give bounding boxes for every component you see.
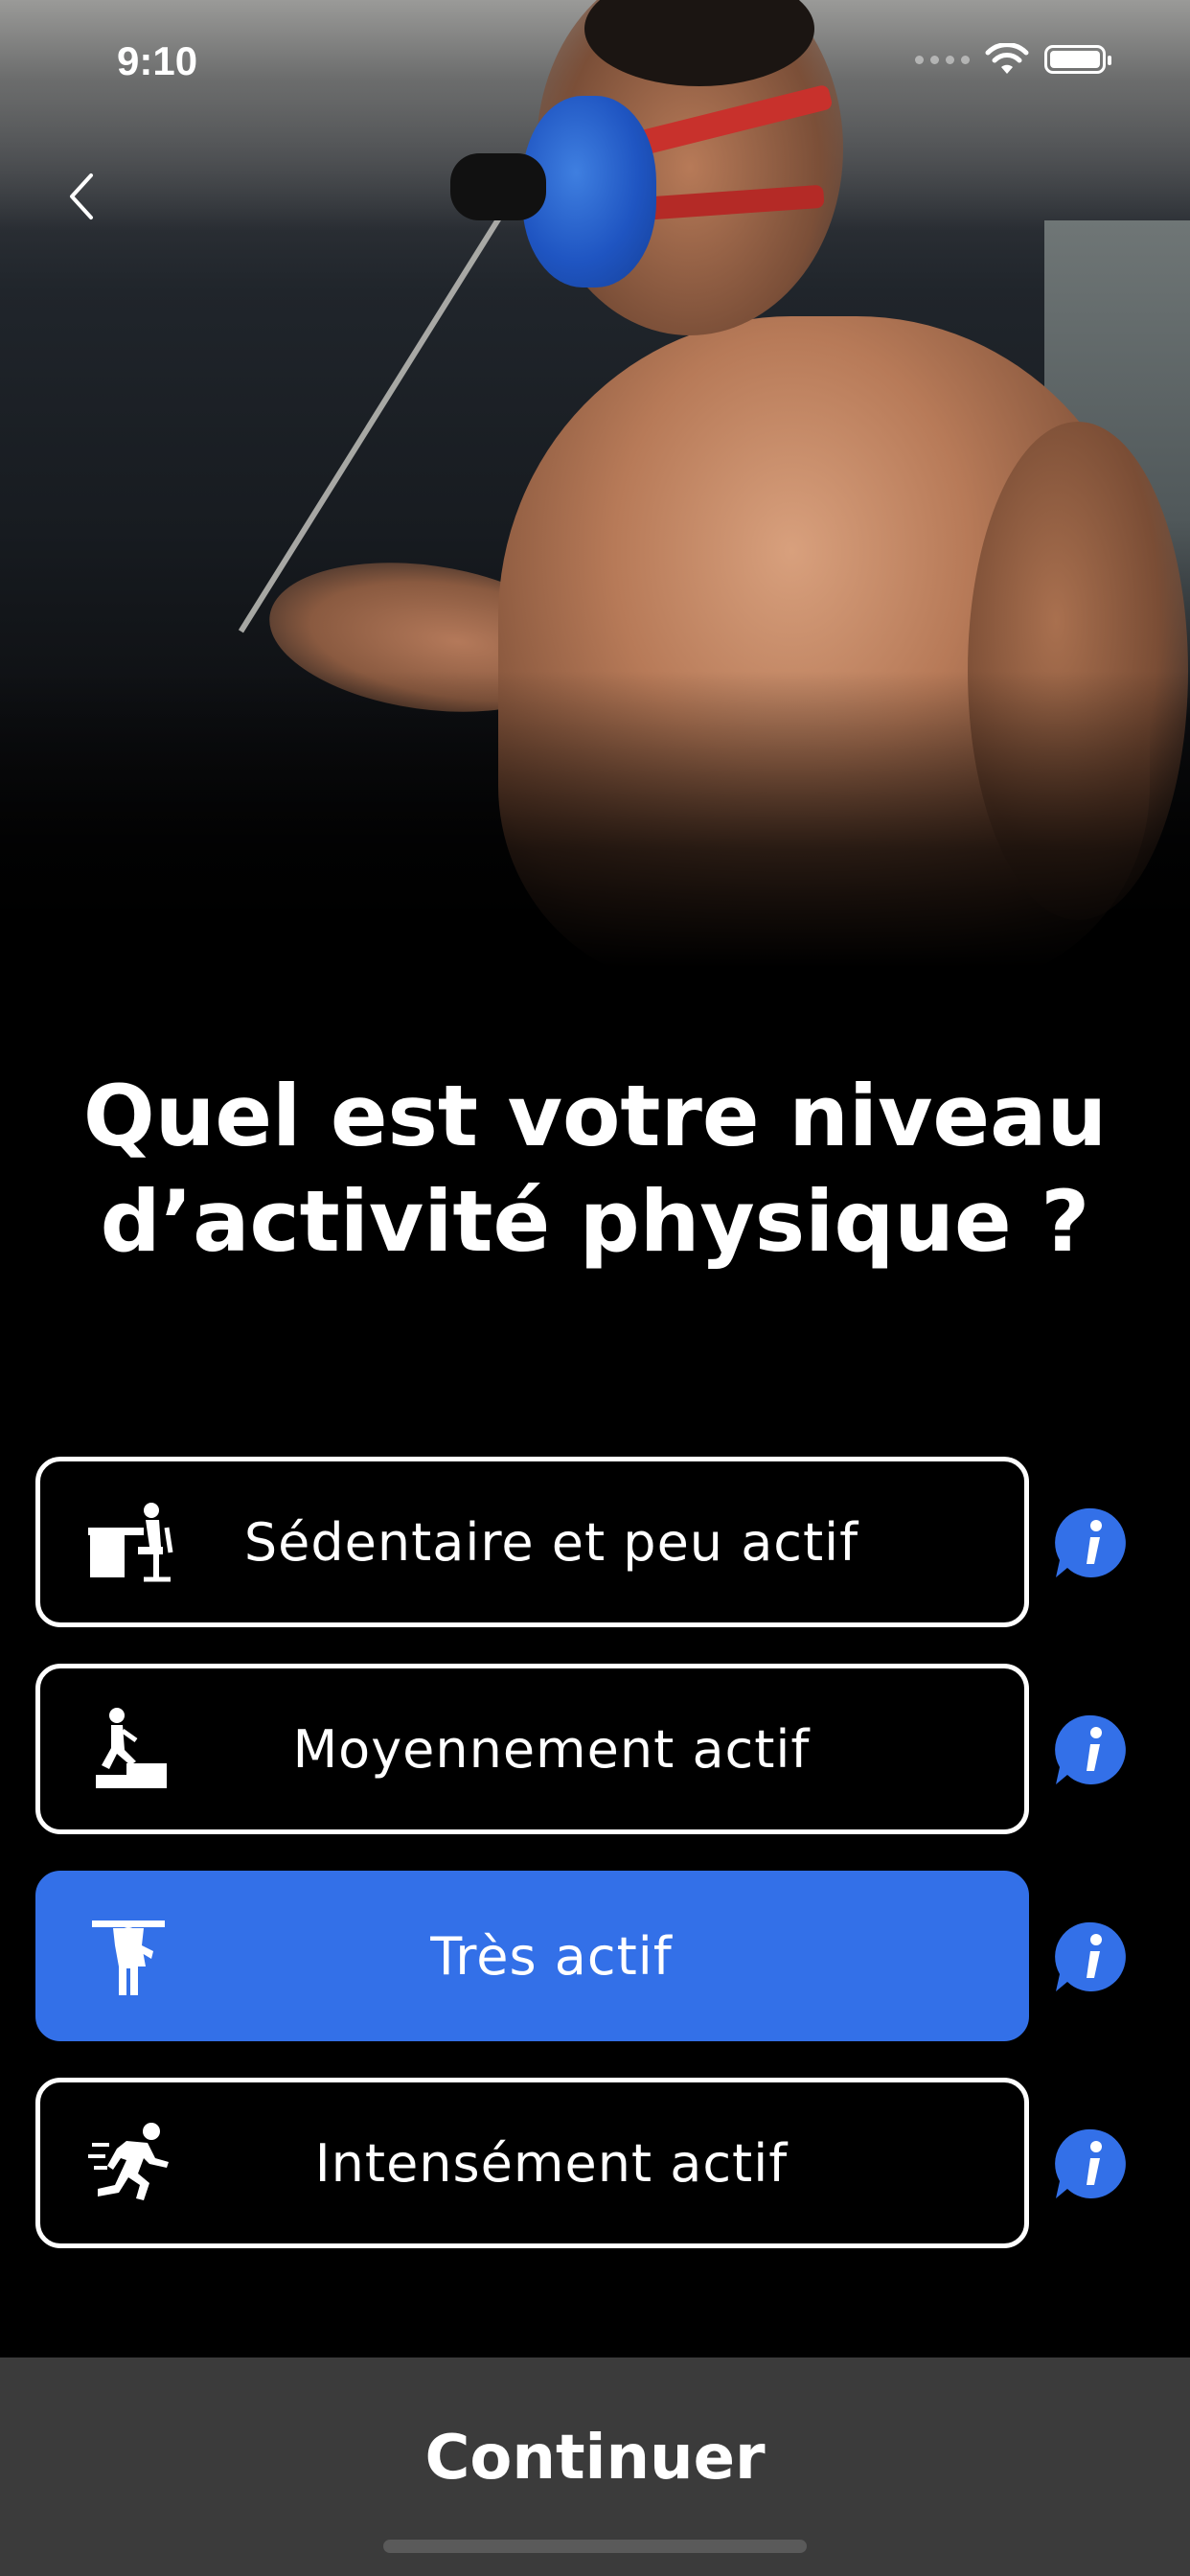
wifi-icon — [985, 43, 1029, 74]
continue-button[interactable]: Continuer — [0, 2358, 1190, 2559]
option-label: Intensément actif — [314, 2132, 789, 2194]
hero-fade — [0, 671, 1190, 968]
page-title-line1: Quel est votre niveau — [82, 1067, 1108, 1165]
page-title: Quel est votre niveau d’activité physiqu… — [57, 1064, 1133, 1275]
status-time: 9:10 — [117, 38, 198, 83]
running-icon — [88, 2123, 169, 2200]
info-bubble-icon[interactable] — [1054, 1712, 1131, 1788]
info-bubble-icon[interactable] — [1054, 1505, 1131, 1581]
info-bubble-icon[interactable] — [1054, 2126, 1131, 2202]
hero-mouthpiece — [450, 153, 546, 220]
option-sedentary[interactable]: Sédentaire et peu actif — [35, 1457, 1029, 1627]
option-label: Moyennement actif — [292, 1718, 811, 1780]
desk-sitting-icon — [88, 1503, 173, 1582]
option-intense[interactable]: Intensément actif — [35, 2078, 1029, 2248]
signal-icon — [915, 55, 970, 64]
option-label: Très actif — [430, 1925, 673, 1987]
option-very-active[interactable]: Très actif — [35, 1871, 1029, 2041]
option-moderate[interactable]: Moyennement actif — [35, 1664, 1029, 1834]
battery-icon — [1044, 45, 1111, 74]
person-lifting-icon — [92, 1920, 165, 1995]
option-label: Sédentaire et peu actif — [243, 1511, 859, 1573]
page-title-line2: d’activité physique ? — [100, 1172, 1090, 1271]
footer-bar: Continuer — [0, 2358, 1190, 2576]
stairs-walking-icon — [96, 1708, 167, 1788]
back-button[interactable] — [48, 163, 115, 230]
chevron-left-icon — [70, 173, 93, 219]
info-bubble-icon[interactable] — [1054, 1919, 1131, 1995]
home-indicator — [383, 2540, 807, 2553]
hero-image — [0, 0, 1190, 968]
status-indicators — [915, 43, 1111, 76]
